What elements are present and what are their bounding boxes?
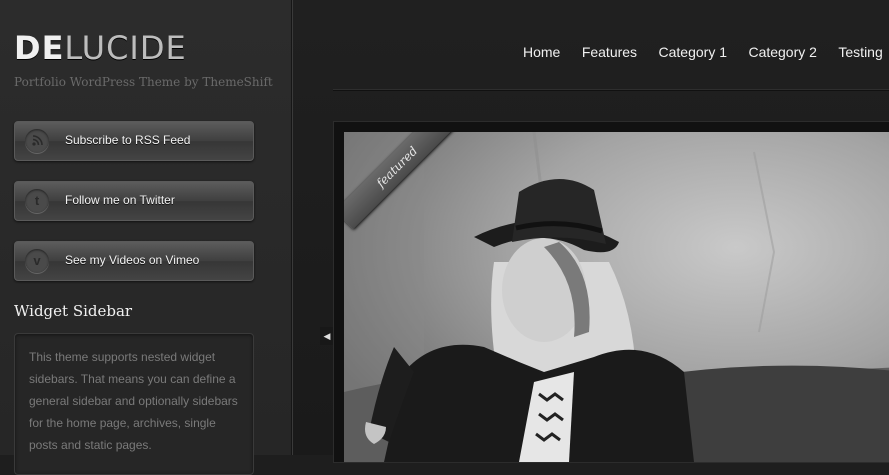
site-logo[interactable]: DELUCIDE: [14, 30, 187, 66]
logo-part-2: LUCIDE: [64, 29, 187, 67]
rss-feed-button[interactable]: Subscribe to RSS Feed: [14, 121, 254, 161]
twitter-label: Follow me on Twitter: [65, 193, 175, 207]
main-navigation: Home Features Category 1 Category 2 Test…: [523, 44, 889, 62]
rss-feed-label: Subscribe to RSS Feed: [65, 133, 191, 147]
nav-item-home[interactable]: Home: [523, 44, 560, 60]
chevron-left-icon[interactable]: ◀: [320, 327, 334, 345]
nav-item-category-1[interactable]: Category 1: [659, 44, 727, 60]
nav-divider: [333, 89, 889, 90]
widget-sidebar-text: This theme supports nested widget sideba…: [29, 350, 238, 452]
featured-photo-image: [344, 132, 889, 462]
logo-part-1: DE: [14, 29, 65, 67]
twitter-icon: t: [25, 189, 49, 213]
sidebar: DELUCIDE Portfolio WordPress Theme by Th…: [0, 0, 293, 475]
main-content: Home Features Category 1 Category 2 Test…: [293, 0, 889, 463]
featured-slider: featured: [333, 121, 889, 463]
vimeo-button[interactable]: v See my Videos on Vimeo: [14, 241, 254, 281]
featured-photo[interactable]: featured: [344, 132, 889, 462]
nav-item-features[interactable]: Features: [582, 44, 637, 60]
widget-sidebar-title: Widget Sidebar: [14, 302, 133, 320]
vimeo-icon: v: [25, 249, 49, 273]
twitter-button[interactable]: t Follow me on Twitter: [14, 181, 254, 221]
widget-sidebar-box: This theme supports nested widget sideba…: [14, 333, 254, 475]
vimeo-label: See my Videos on Vimeo: [65, 253, 200, 267]
rss-icon: [25, 129, 49, 153]
site-tagline: Portfolio WordPress Theme by ThemeShift: [14, 75, 273, 89]
nav-item-category-2[interactable]: Category 2: [748, 44, 816, 60]
nav-item-testing[interactable]: Testing: [838, 44, 882, 60]
